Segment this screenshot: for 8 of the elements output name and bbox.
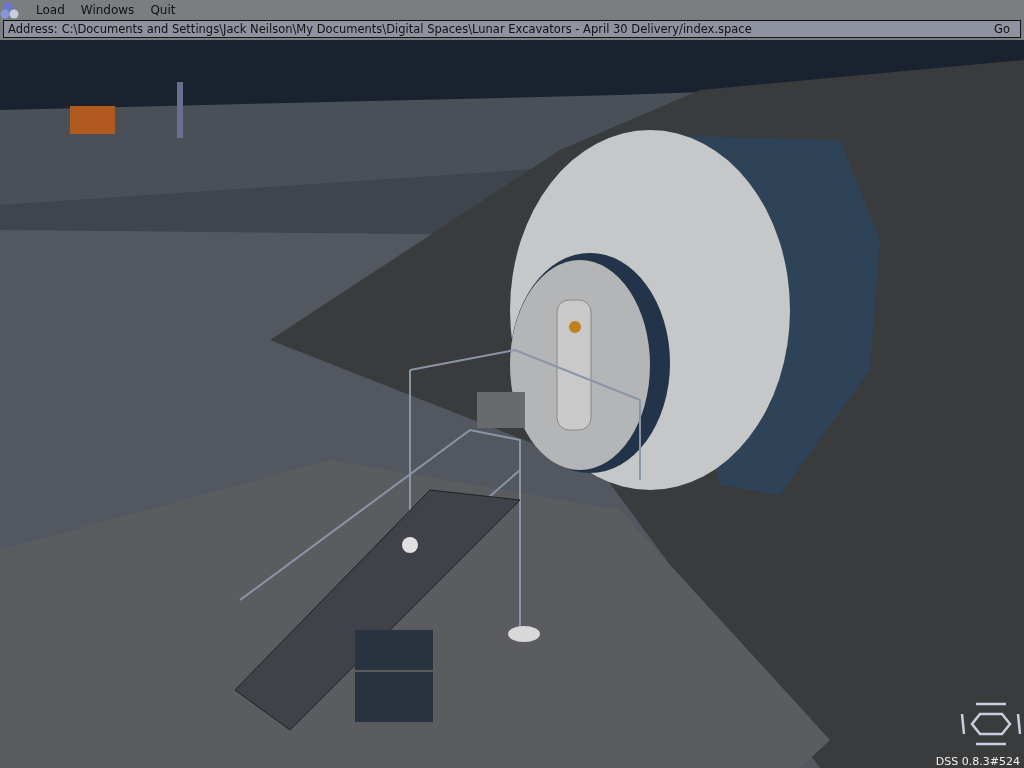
address-label: Address:: [8, 22, 58, 36]
menu-item[interactable]: Load: [28, 0, 73, 20]
version-label: DSS 0.8.3#524: [935, 755, 1020, 768]
menu-item[interactable]: Quit: [142, 0, 184, 20]
menu-item[interactable]: Windows: [72, 0, 143, 20]
address-value: C:\Documents and Settings\Jack Neilson\My Documents\Digital Spaces\Lunar Excavators - April 30 Delivery/index.space: [61, 22, 753, 36]
go-button[interactable]: Go: [988, 22, 1016, 36]
address-field[interactable]: Address: C:\Documents and Settings\Jack Neilson\My Documents\Digital Spaces\Lunar Excavators - April 30 Delivery/index.space Go: [3, 20, 1021, 38]
